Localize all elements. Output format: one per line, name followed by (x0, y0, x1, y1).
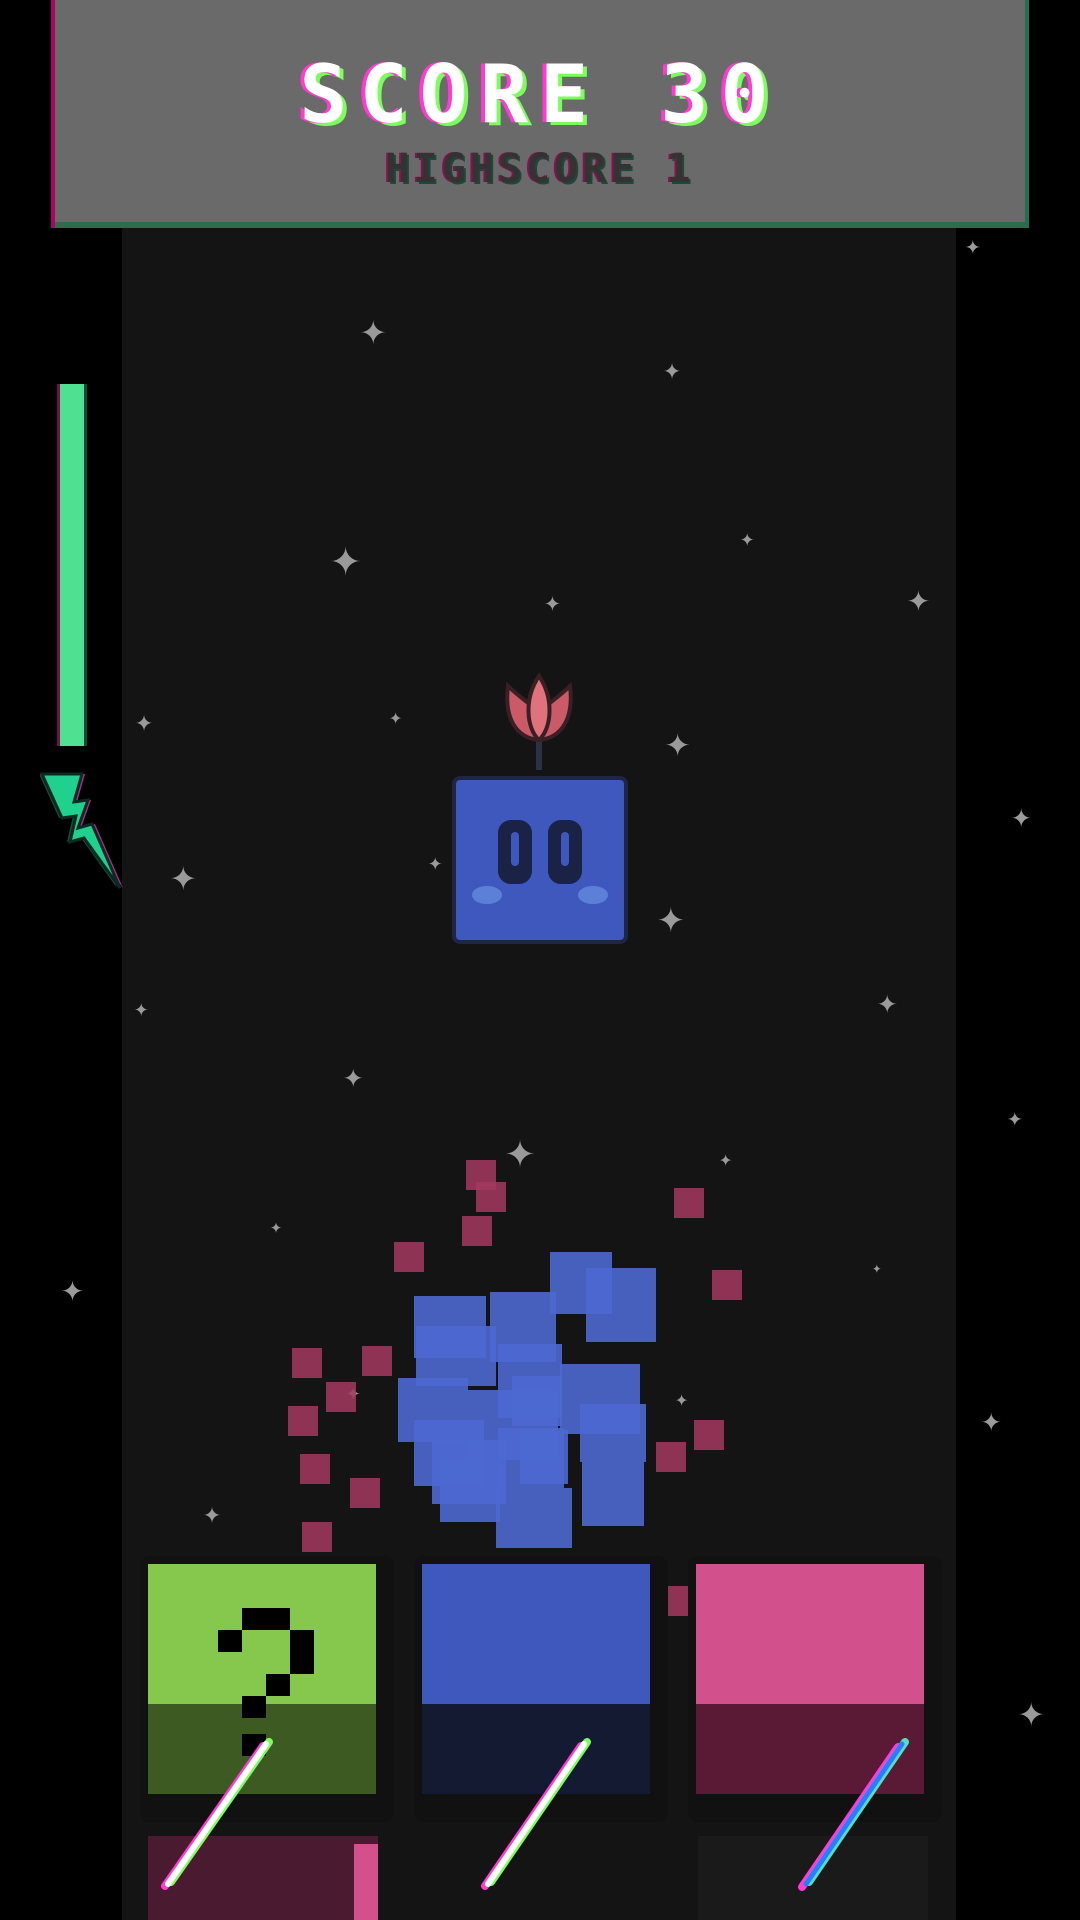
lane-swipe-lines (161, 1738, 909, 1891)
